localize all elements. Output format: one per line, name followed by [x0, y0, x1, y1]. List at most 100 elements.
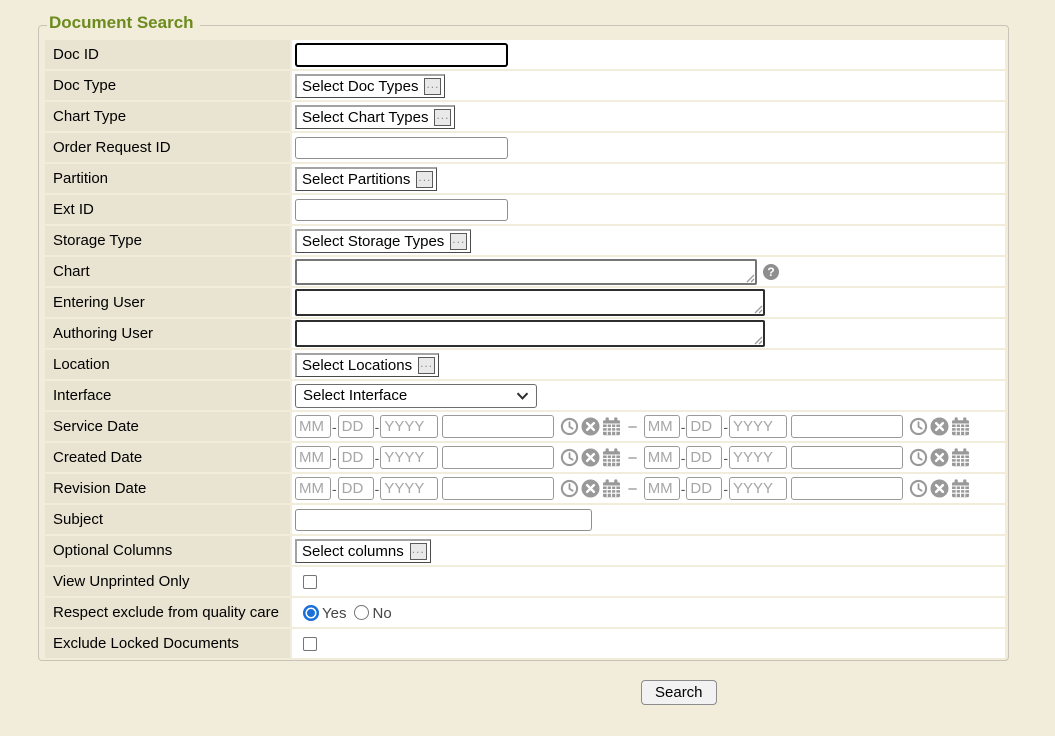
- clear-icon[interactable]: [930, 479, 949, 498]
- row-location: Location Select Locations ...: [45, 350, 1005, 379]
- revision-end-month-input[interactable]: [644, 477, 680, 500]
- clear-icon[interactable]: [930, 417, 949, 436]
- interface-select-value: Select Interface: [303, 387, 407, 404]
- calendar-icon[interactable]: [951, 448, 970, 467]
- storage-type-picker[interactable]: Select Storage Types ...: [295, 229, 471, 253]
- created-end-time-input[interactable]: [791, 446, 903, 469]
- respect-exclude-radio-group: Yes No: [303, 603, 400, 622]
- field-label-respect-exclude: Respect exclude from quality care: [45, 598, 290, 627]
- clock-icon[interactable]: [560, 448, 579, 467]
- revision-start-month-input[interactable]: [295, 477, 331, 500]
- service-start-time-input[interactable]: [442, 415, 554, 438]
- created-start-time-input[interactable]: [442, 446, 554, 469]
- created-end-day-input[interactable]: [686, 446, 722, 469]
- clear-icon[interactable]: [581, 417, 600, 436]
- resize-handle-icon[interactable]: [745, 273, 755, 283]
- revision-start-time-input[interactable]: [442, 477, 554, 500]
- ext-id-input[interactable]: [295, 199, 508, 221]
- field-label-service-date: Service Date: [45, 412, 290, 441]
- form-rows: Doc ID Doc Type Select Doc Types ... Cha…: [45, 40, 1005, 658]
- doc-id-input[interactable]: [295, 43, 508, 67]
- help-icon[interactable]: ?: [763, 264, 779, 280]
- authoring-user-textarea[interactable]: [295, 320, 765, 347]
- calendar-icon[interactable]: [602, 417, 621, 436]
- field-label-exclude-locked: Exclude Locked Documents: [45, 629, 290, 658]
- storage-type-picker-ellipsis-button[interactable]: ...: [450, 233, 467, 250]
- service-end-month-input[interactable]: [644, 415, 680, 438]
- service-end-year-input[interactable]: [729, 415, 787, 438]
- created-start-year-input[interactable]: [380, 446, 438, 469]
- exclude-locked-checkbox[interactable]: [303, 637, 317, 651]
- respect-exclude-no-label: No: [372, 605, 391, 622]
- revision-end-day-input[interactable]: [686, 477, 722, 500]
- respect-exclude-yes-radio[interactable]: [303, 605, 319, 621]
- partition-picker-value: Select Partitions: [302, 171, 410, 188]
- interface-select[interactable]: Select Interface: [295, 384, 537, 408]
- field-label-created-date: Created Date: [45, 443, 290, 472]
- row-doc-type: Doc Type Select Doc Types ...: [45, 71, 1005, 100]
- clock-icon[interactable]: [560, 479, 579, 498]
- resize-handle-icon[interactable]: [753, 335, 763, 345]
- partition-picker-ellipsis-button[interactable]: ...: [416, 171, 433, 188]
- clear-icon[interactable]: [930, 448, 949, 467]
- resize-handle-icon[interactable]: [753, 304, 763, 314]
- doc-type-picker-value: Select Doc Types: [302, 78, 418, 95]
- clock-icon[interactable]: [909, 479, 928, 498]
- optional-columns-picker[interactable]: Select columns ...: [295, 539, 431, 563]
- optional-columns-picker-ellipsis-button[interactable]: ...: [410, 543, 427, 560]
- respect-exclude-no-radio[interactable]: [354, 605, 369, 620]
- date-separator: -: [723, 450, 728, 466]
- clock-icon[interactable]: [909, 417, 928, 436]
- row-exclude-locked: Exclude Locked Documents: [45, 629, 1005, 658]
- date-separator: -: [375, 450, 380, 466]
- calendar-icon[interactable]: [951, 479, 970, 498]
- date-separator: -: [681, 450, 686, 466]
- calendar-icon[interactable]: [602, 448, 621, 467]
- clock-icon[interactable]: [560, 417, 579, 436]
- view-unprinted-checkbox[interactable]: [303, 575, 317, 589]
- service-start-month-input[interactable]: [295, 415, 331, 438]
- row-storage-type: Storage Type Select Storage Types ...: [45, 226, 1005, 255]
- row-interface: Interface Select Interface: [45, 381, 1005, 410]
- created-end-month-input[interactable]: [644, 446, 680, 469]
- document-search-fieldset: Document Search Doc ID Doc Type Select D…: [38, 25, 1009, 661]
- field-label-chart: Chart: [45, 257, 290, 286]
- revision-end-time-input[interactable]: [791, 477, 903, 500]
- field-label-subject: Subject: [45, 505, 290, 534]
- chart-type-picker-ellipsis-button[interactable]: ...: [434, 109, 451, 126]
- service-end-day-input[interactable]: [686, 415, 722, 438]
- order-request-id-input[interactable]: [295, 137, 508, 159]
- created-start-day-input[interactable]: [338, 446, 374, 469]
- chart-textarea[interactable]: [295, 259, 757, 285]
- revision-end-year-input[interactable]: [729, 477, 787, 500]
- service-start-year-input[interactable]: [380, 415, 438, 438]
- chart-type-picker[interactable]: Select Chart Types ...: [295, 105, 455, 129]
- revision-start-year-input[interactable]: [380, 477, 438, 500]
- field-label-entering-user: Entering User: [45, 288, 290, 317]
- search-button[interactable]: Search: [641, 680, 717, 705]
- field-label-order-request-id: Order Request ID: [45, 133, 290, 162]
- clear-icon[interactable]: [581, 448, 600, 467]
- row-authoring-user: Authoring User: [45, 319, 1005, 348]
- entering-user-textarea[interactable]: [295, 289, 765, 316]
- calendar-icon[interactable]: [602, 479, 621, 498]
- service-start-day-input[interactable]: [338, 415, 374, 438]
- location-picker[interactable]: Select Locations ...: [295, 353, 439, 377]
- location-picker-ellipsis-button[interactable]: ...: [418, 357, 435, 374]
- field-label-doc-id: Doc ID: [45, 40, 290, 69]
- field-label-chart-type: Chart Type: [45, 102, 290, 131]
- doc-type-picker-ellipsis-button[interactable]: ...: [424, 78, 441, 95]
- calendar-icon[interactable]: [951, 417, 970, 436]
- created-start-month-input[interactable]: [295, 446, 331, 469]
- row-view-unprinted: View Unprinted Only: [45, 567, 1005, 596]
- chevron-down-icon: [516, 387, 529, 404]
- subject-input[interactable]: [295, 509, 592, 531]
- clock-icon[interactable]: [909, 448, 928, 467]
- clear-icon[interactable]: [581, 479, 600, 498]
- doc-type-picker[interactable]: Select Doc Types ...: [295, 74, 445, 98]
- date-range-separator: –: [628, 449, 636, 466]
- created-end-year-input[interactable]: [729, 446, 787, 469]
- revision-start-day-input[interactable]: [338, 477, 374, 500]
- partition-picker[interactable]: Select Partitions ...: [295, 167, 437, 191]
- service-end-time-input[interactable]: [791, 415, 903, 438]
